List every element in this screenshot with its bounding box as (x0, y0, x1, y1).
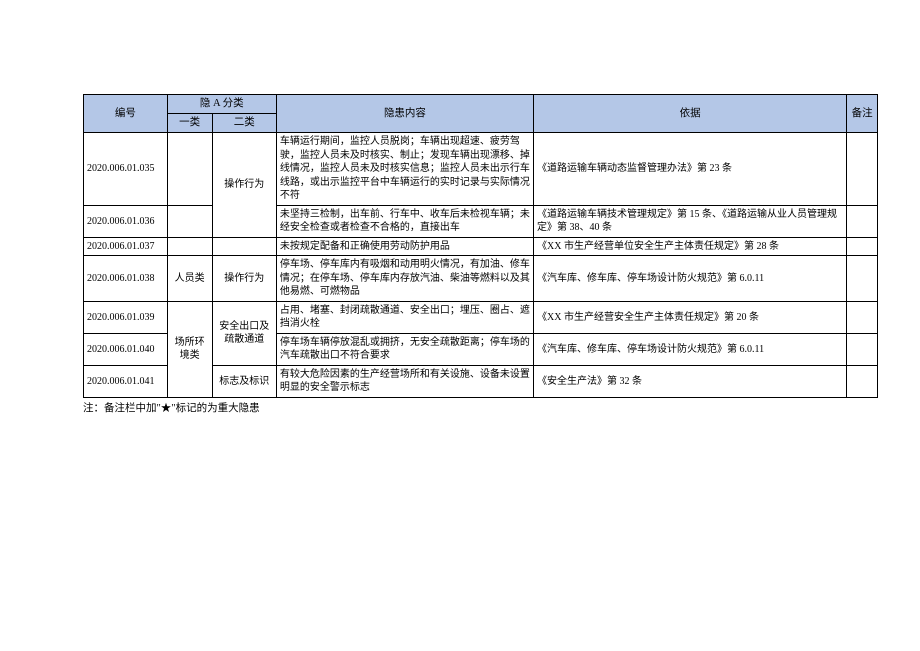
cell-remark (847, 256, 878, 302)
cell-basis: 《道路运输车辆动态监督管理办法》第 23 条 (534, 133, 847, 206)
cell-id: 2020.006.01.040 (84, 333, 168, 365)
th-cat1: 一类 (167, 114, 212, 133)
cell-id: 2020.006.01.038 (84, 256, 168, 302)
cell-content: 未坚持三检制，出车前、行车中、收车后未检视车辆；未经安全检查或者检查不合格的，直… (276, 205, 533, 237)
cell-content: 停车场车辆停放混乱或拥挤，无安全疏散距离；停车场的汽车疏散出口不符合要求 (276, 333, 533, 365)
cell-cat2: 操作行为 (212, 133, 276, 238)
cell-remark (847, 205, 878, 237)
cell-cat1 (167, 133, 212, 206)
table-row: 2020.006.01.038 人员类 操作行为 停车场、停车库内有吸烟和动用明… (84, 256, 878, 302)
footnote: 注：备注栏中加"★"标记的为重大隐患 (83, 400, 878, 415)
table-row: 2020.006.01.036 未坚持三检制，出车前、行车中、收车后未检视车辆；… (84, 205, 878, 237)
cell-content: 车辆运行期间，监控人员脱岗；车辆出现超速、疲劳驾驶，监控人员未及时核实、制止；发… (276, 133, 533, 206)
cell-basis: 《汽车库、修车库、停车场设计防火规范》第 6.0.11 (534, 256, 847, 302)
cell-cat1: 场所环境类 (167, 301, 212, 397)
cell-content: 有较大危险因素的生产经营场所和有关设施、设备未设置明显的安全警示标志 (276, 365, 533, 397)
cell-cat1 (167, 237, 212, 256)
cell-basis: 《道路运输车辆技术管理规定》第 15 条、《道路运输从业人员管理规定》第 38、… (534, 205, 847, 237)
cell-id: 2020.006.01.036 (84, 205, 168, 237)
cell-cat2: 标志及标识 (212, 365, 276, 397)
cell-id: 2020.006.01.035 (84, 133, 168, 206)
cell-cat2: 操作行为 (212, 256, 276, 302)
cell-cat1: 人员类 (167, 256, 212, 302)
cell-content: 停车场、停车库内有吸烟和动用明火情况，有加油、修车情况；在停车场、停车库内存放汽… (276, 256, 533, 302)
cell-id: 2020.006.01.039 (84, 301, 168, 333)
cell-cat2 (212, 237, 276, 256)
cell-remark (847, 133, 878, 206)
hazard-table: 编号 隐 A 分类 隐患内容 依据 备注 一类 二类 2020.006.01.0… (83, 94, 878, 398)
cell-remark (847, 365, 878, 397)
th-content: 隐患内容 (276, 95, 533, 133)
th-id: 编号 (84, 95, 168, 133)
page: 编号 隐 A 分类 隐患内容 依据 备注 一类 二类 2020.006.01.0… (0, 0, 920, 651)
cell-content: 未按规定配备和正确使用劳动防护用品 (276, 237, 533, 256)
cell-cat1 (167, 205, 212, 237)
cell-remark (847, 333, 878, 365)
cell-remark (847, 301, 878, 333)
cell-content: 占用、堵塞、封闭疏散通道、安全出口；埋压、圈占、遮挡消火栓 (276, 301, 533, 333)
th-basis: 依据 (534, 95, 847, 133)
th-hidden-cat: 隐 A 分类 (167, 95, 276, 114)
cell-basis: 《安全生产法》第 32 条 (534, 365, 847, 397)
table-row: 2020.006.01.039 场所环境类 安全出口及疏散通道 占用、堵塞、封闭… (84, 301, 878, 333)
th-cat2: 二类 (212, 114, 276, 133)
table-row: 2020.006.01.035 操作行为 车辆运行期间，监控人员脱岗；车辆出现超… (84, 133, 878, 206)
cell-remark (847, 237, 878, 256)
table-row: 2020.006.01.037 未按规定配备和正确使用劳动防护用品 《XX 市生… (84, 237, 878, 256)
th-remark: 备注 (847, 95, 878, 133)
cell-cat2: 安全出口及疏散通道 (212, 301, 276, 365)
cell-basis: 《汽车库、修车库、停车场设计防火规范》第 6.0.11 (534, 333, 847, 365)
header-row-1: 编号 隐 A 分类 隐患内容 依据 备注 (84, 95, 878, 114)
cell-id: 2020.006.01.041 (84, 365, 168, 397)
cell-basis: 《XX 市生产经营安全生产主体责任规定》第 20 条 (534, 301, 847, 333)
cell-basis: 《XX 市生产经营单位安全生产主体责任规定》第 28 条 (534, 237, 847, 256)
cell-id: 2020.006.01.037 (84, 237, 168, 256)
